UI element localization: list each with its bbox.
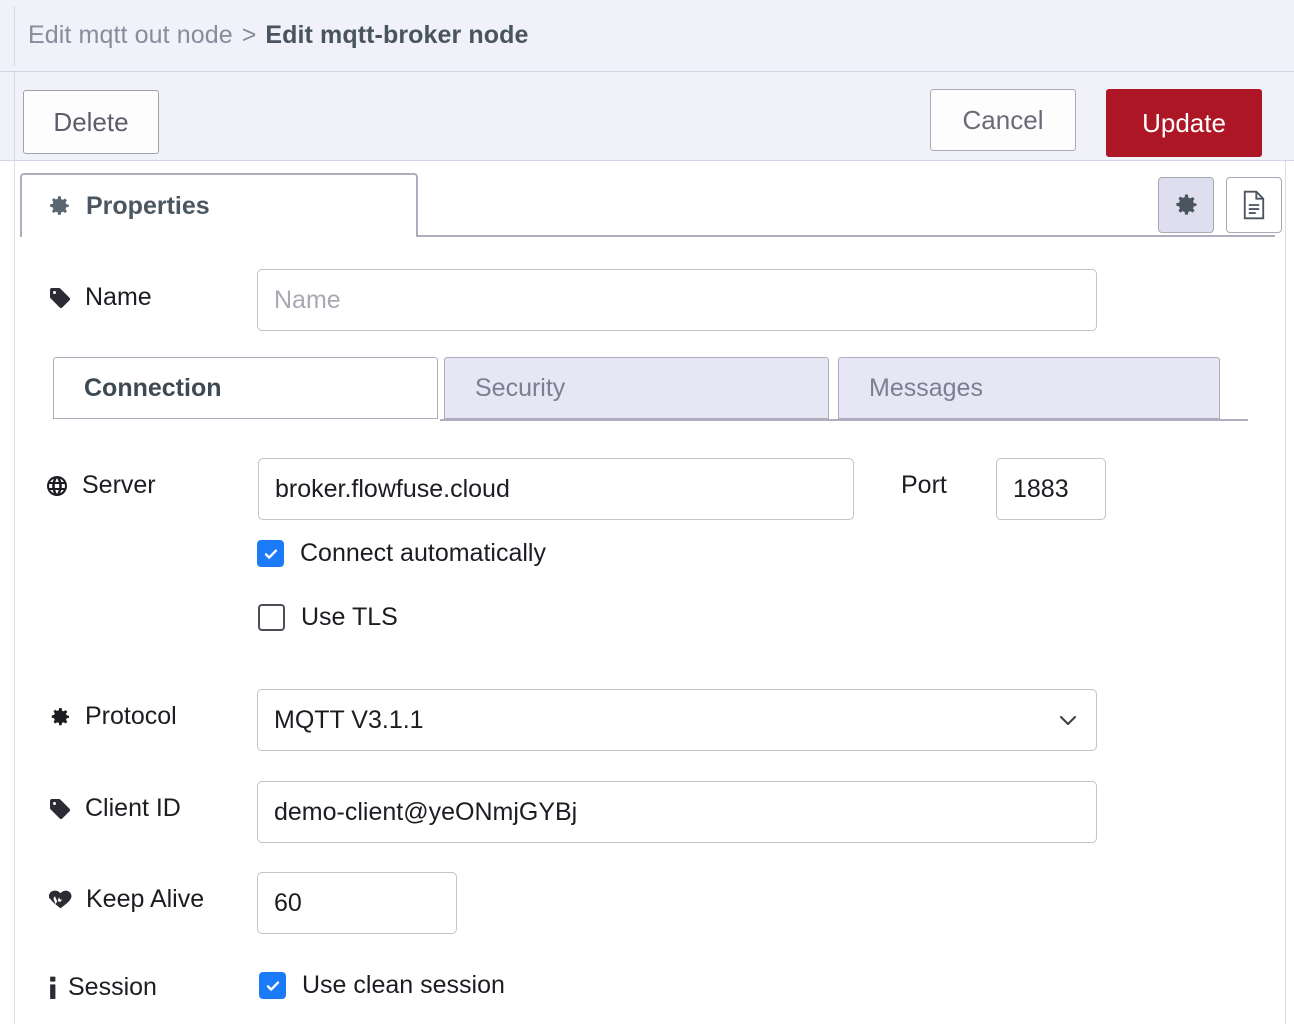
tag-icon [48,797,72,821]
port-label: Port [901,471,947,500]
update-button[interactable]: Update [1106,89,1262,157]
session-label-text: Session [68,973,157,1002]
subtab-connection[interactable]: Connection [53,357,438,419]
subtab-security[interactable]: Security [444,357,829,419]
use-clean-session-label: Use clean session [302,971,505,1000]
protocol-select-value: MQTT V3.1.1 [274,706,1056,735]
settings-view-button[interactable] [1158,177,1214,233]
keep-alive-label: Keep Alive [48,885,204,914]
subtab-security-label: Security [475,374,565,403]
name-label-text: Name [85,283,152,312]
dialog-action-bar: Delete Cancel Update [0,72,1294,161]
client-id-label-text: Client ID [85,794,181,823]
name-input[interactable] [257,269,1097,331]
subtab-messages[interactable]: Messages [838,357,1220,419]
gear-icon [48,705,72,729]
chevron-down-icon [1056,708,1080,732]
breadcrumb-separator: > [242,21,257,50]
delete-button[interactable]: Delete [23,90,159,154]
subtab-underline [440,419,1248,421]
description-view-button[interactable] [1226,177,1282,233]
client-id-label: Client ID [48,794,181,823]
use-tls-label: Use TLS [301,603,398,632]
description-icon [1240,190,1268,220]
server-label: Server [45,471,156,500]
form-row-keep-alive: Keep Alive [0,866,1294,938]
protocol-label-text: Protocol [85,702,177,731]
keep-alive-label-text: Keep Alive [86,885,204,914]
port-input[interactable] [996,458,1106,520]
session-label: Session [48,973,157,1002]
form-row-session: Session Use clean session [0,957,1294,1019]
use-clean-session-row[interactable]: Use clean session [259,971,505,1000]
heartbeat-icon [48,889,73,911]
client-id-input[interactable] [257,781,1097,843]
protocol-label: Protocol [48,702,177,731]
subtab-connection-label: Connection [84,374,222,403]
form-row-protocol: Protocol MQTT V3.1.1 [0,683,1294,755]
tab-properties[interactable]: Properties [20,173,418,237]
info-icon [48,976,58,1000]
properties-tabstrip: Properties [0,161,1294,239]
use-tls-row[interactable]: Use TLS [258,603,398,632]
use-clean-session-checkbox[interactable] [259,972,286,999]
protocol-select[interactable]: MQTT V3.1.1 [257,689,1097,751]
gear-icon [46,193,72,219]
gear-icon [1172,191,1200,219]
server-input[interactable] [258,458,854,520]
server-label-text: Server [82,471,156,500]
connect-automatically-row[interactable]: Connect automatically [257,539,546,568]
globe-icon [45,474,69,498]
port-label-text: Port [901,471,947,500]
keep-alive-input[interactable] [257,872,457,934]
form-row-server: Server Port [0,449,1294,525]
subtab-messages-label: Messages [869,374,983,403]
properties-tab-underline [418,235,1275,237]
cancel-button[interactable]: Cancel [930,89,1076,151]
breadcrumb: Edit mqtt out node > Edit mqtt-broker no… [0,0,1294,72]
connection-subtabs: Connection Security Messages [0,357,1294,425]
tab-properties-label: Properties [86,192,210,221]
form-row-name: Name [0,261,1294,335]
breadcrumb-previous[interactable]: Edit mqtt out node [28,21,233,50]
tag-icon [48,286,72,310]
connect-automatically-label: Connect automatically [300,539,546,568]
breadcrumb-current: Edit mqtt-broker node [265,21,528,50]
dialog-body: Properties [0,161,1294,1024]
use-tls-checkbox[interactable] [258,604,285,631]
connect-automatically-checkbox[interactable] [257,540,284,567]
edit-mqtt-broker-dialog: Edit mqtt out node > Edit mqtt-broker no… [0,0,1294,1024]
name-label: Name [48,283,152,312]
form-row-client-id: Client ID [0,775,1294,847]
